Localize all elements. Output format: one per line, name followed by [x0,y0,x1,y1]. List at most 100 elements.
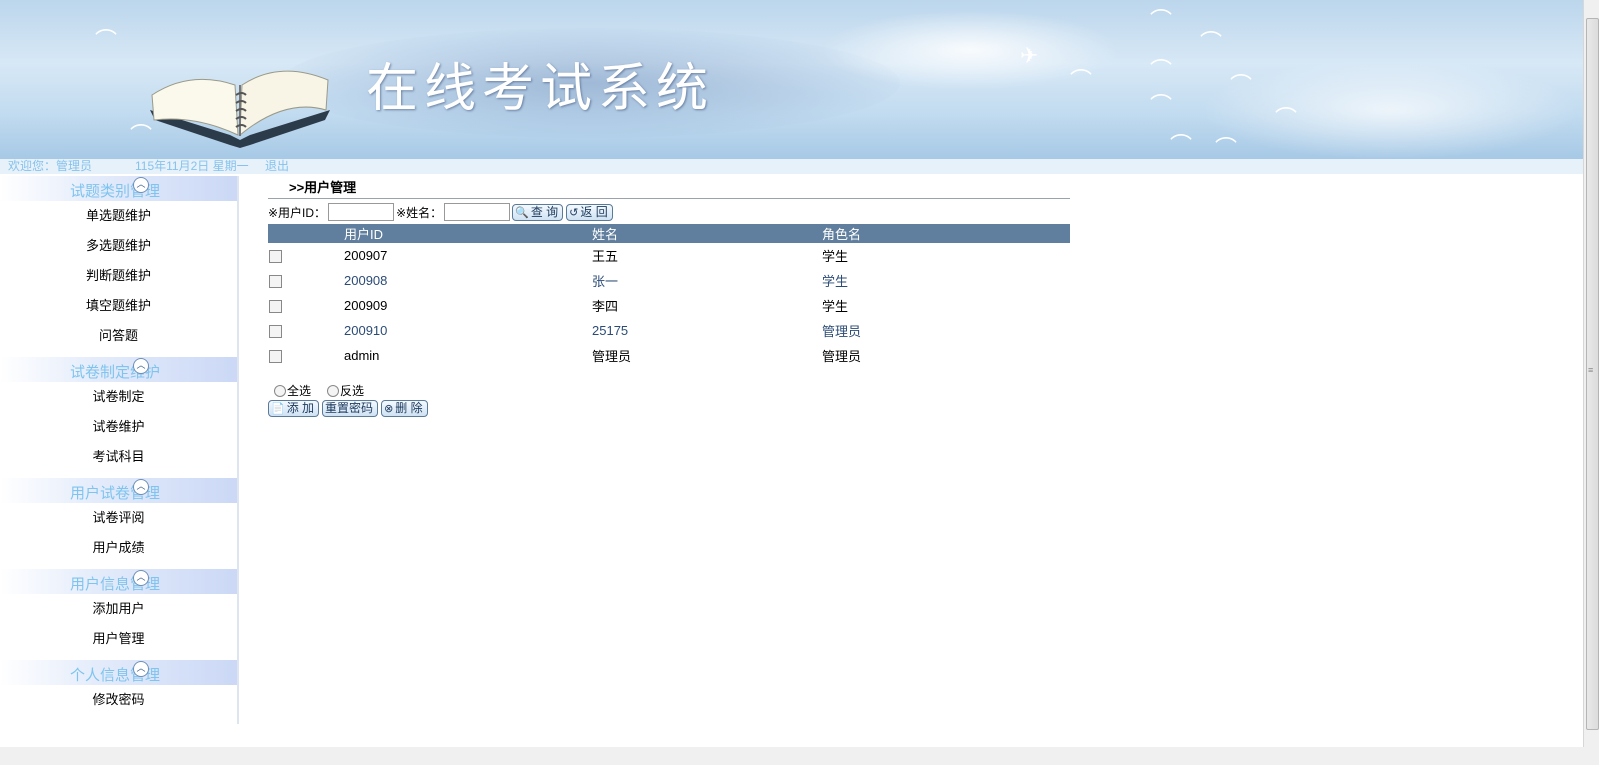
user-id-cell: 200907 [344,248,388,263]
add-button[interactable]: 📄 添 加 [268,399,320,417]
table-row: 200909 李四 学生 [268,293,1070,318]
name-cell: 李四 [592,299,619,314]
collapse-toggle-icon[interactable]: ︿ [133,479,149,495]
bird-icon: ⌒ [1215,136,1238,160]
logout-link[interactable]: 退出 [265,159,289,174]
action-bar: 📄 添 加 重置密码 ⊗ 删 除 [268,399,1070,417]
bird-icon: ⌒ [1275,106,1298,131]
menu-item[interactable]: 判断题维护 [0,261,237,291]
column-header: 用户ID [344,224,592,243]
menu-item[interactable]: 试卷评阅 [0,503,237,533]
bird-icon: ⌒ [1150,8,1173,33]
query-button[interactable]: 🔍 查 询 [512,203,564,221]
menu-item[interactable]: 问答题 [0,321,237,351]
table-row: 200910 25175 管理员 [268,318,1070,343]
back-button[interactable]: ↺ 返 回 [566,203,613,221]
bird-icon: ⌒ [1070,68,1093,93]
sidebar-section-header[interactable]: 用户信息管理 ︿ [0,569,237,594]
role-cell: 学生 [822,299,849,314]
back-button-label: 返 回 [580,204,608,219]
bird-icon: ⌒ [1150,93,1173,118]
select-column-header [268,224,344,243]
reset-password-button[interactable]: 重置密码 [322,399,379,417]
role-cell: 学生 [822,274,849,289]
back-arrow-icon: ↺ [569,206,579,219]
query-button-label: 查 询 [530,204,559,219]
date-text: 115年11月2日 星期一 [135,159,249,173]
row-checkbox[interactable] [269,350,282,364]
bird-icon: ⌒ [1230,73,1253,98]
delete-button-label: 删 除 [395,400,423,415]
book-logo-icon [150,70,330,148]
menu-item[interactable]: 多选题维护 [0,231,237,261]
bird-icon: ⌒ [1170,133,1193,158]
collapse-toggle-icon[interactable]: ︿ [133,177,149,193]
collapse-toggle-icon[interactable]: ︿ [133,570,149,586]
menu-item[interactable]: 试卷制定 [0,382,237,412]
name-cell: 25175 [592,323,629,338]
sidebar-section-header[interactable]: 试题类别管理 ︿ [0,176,237,201]
header-banner: 在线考试系统 ⌒ ⌒ ✈ ⌒ ⌒ ⌒ ⌒ ⌒ ⌒ ⌒ ⌒ ⌒ [0,0,1583,159]
role-cell: 管理员 [822,349,862,364]
name-cell: 张一 [592,274,619,289]
menu-item[interactable]: 用户管理 [0,624,237,654]
name-cell: 王五 [592,249,619,264]
divider [268,198,1070,199]
vertical-scrollbar[interactable]: ≡ [1583,0,1599,765]
row-checkbox[interactable] [269,325,282,339]
status-bar: 欢迎您：管理员 115年11月2日 星期一 退出 [0,159,1583,174]
select-all-radio[interactable] [274,384,286,397]
role-cell: 学生 [822,249,849,264]
window-bottom-edge [0,747,1599,765]
sidebar-menu: 试题类别管理 ︿ 单选题维护 多选题维护 判断题维护 填空题维护 问答题 试卷制… [0,176,239,724]
user-id-input[interactable] [328,203,395,221]
user-id-label: ※用户ID： [268,205,327,220]
column-header: 姓名 [592,224,822,243]
menu-item[interactable]: 用户成绩 [0,533,237,563]
invert-select-label: 反选 [340,384,365,398]
user-id-cell: 200910 [344,323,388,338]
document-icon: 📄 [271,402,285,415]
selection-options: 全选 反选 [268,383,1070,398]
menu-item[interactable]: 试卷维护 [0,412,237,442]
row-checkbox[interactable] [269,250,282,264]
row-checkbox[interactable] [269,275,282,289]
menu-item[interactable]: 添加用户 [0,594,237,624]
collapse-toggle-icon[interactable]: ︿ [133,358,149,374]
table-row: 200907 王五 学生 [268,243,1070,268]
sidebar-section-header[interactable]: 用户试卷管理 ︿ [0,478,237,503]
app-title: 在线考试系统 [366,59,715,119]
column-header: 角色名 [822,224,1070,243]
welcome-text: 欢迎您：管理员 [8,159,93,173]
bird-icon: ⌒ [95,28,118,53]
add-button-label: 添 加 [286,400,315,415]
name-input[interactable] [444,203,511,221]
table-row: admin 管理员 管理员 [268,343,1070,368]
delete-icon: ⊗ [384,402,394,415]
scrollbar-grip-icon: ≡ [1588,365,1594,375]
role-cell: 管理员 [822,324,862,339]
table-header-row: 用户ID 姓名 角色名 [268,224,1070,243]
bird-icon: ⌒ [1200,30,1223,55]
magnifier-icon: 🔍 [515,206,529,219]
reset-password-button-label: 重置密码 [325,400,374,415]
menu-item[interactable]: 修改密码 [0,685,237,715]
delete-button[interactable]: ⊗ 删 除 [381,399,428,417]
sidebar-section-header[interactable]: 试卷制定维护 ︿ [0,357,237,382]
select-all-label: 全选 [287,384,312,398]
bird-icon: ⌒ [1150,58,1173,83]
row-checkbox[interactable] [269,300,282,314]
sidebar-section-header[interactable]: 个人信息管理 ︿ [0,660,237,685]
invert-select-radio[interactable] [327,384,340,397]
name-label: ※姓名： [396,205,443,220]
main-content: >>用户管理 ※用户ID： ※姓名： 🔍 查 询 ↺ 返 回 用户ID 姓名 角色名… [268,180,1070,417]
bird-icon: ✈ [1020,43,1039,68]
menu-item[interactable]: 考试科目 [0,442,237,472]
user-id-cell: 200908 [344,273,388,288]
menu-item[interactable]: 填空题维护 [0,291,237,321]
name-cell: 管理员 [592,349,632,364]
menu-item[interactable]: 单选题维护 [0,201,237,231]
table-row: 200908 张一 学生 [268,268,1070,293]
collapse-toggle-icon[interactable]: ︿ [133,661,149,677]
user-table: 用户ID 姓名 角色名 200907 王五 学生 200908 张一 学生 20… [268,224,1070,368]
